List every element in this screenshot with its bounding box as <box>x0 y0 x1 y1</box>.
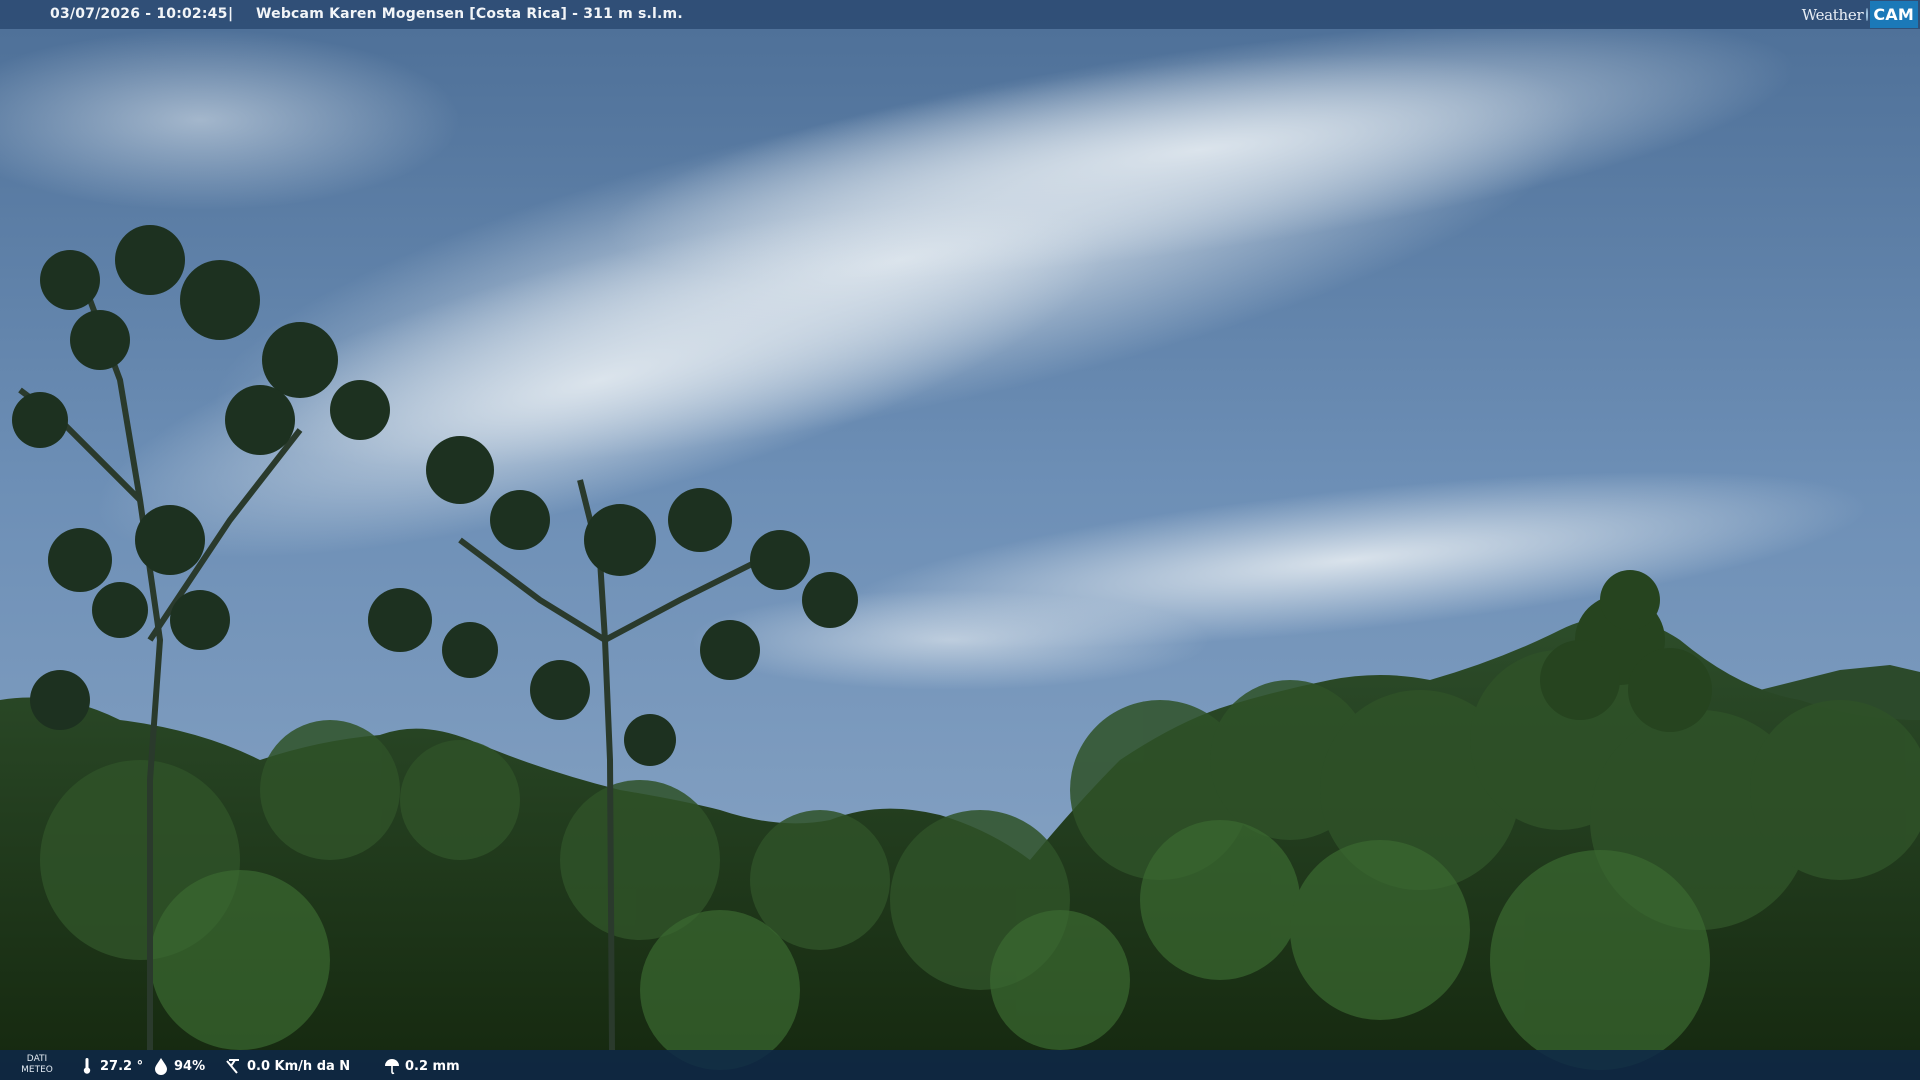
weather-data-label: DATI METEO <box>20 1054 54 1076</box>
temperature-value: 27.2 ° <box>100 1058 144 1074</box>
logo-mark: CAM <box>1870 1 1918 28</box>
humidity-drop-icon <box>155 1058 167 1075</box>
webcam-title: Webcam Karen Mogensen [Costa Rica] - 311… <box>256 6 683 22</box>
webcam-header-bar: 03/07/2026 - 10:02:45 | Webcam Karen Mog… <box>0 0 1920 29</box>
weather-data-bar: DATI METEO 27.2 ° 94% 0.0 Km/h da N 0.2 … <box>0 1050 1920 1080</box>
label-line-2: METEO <box>21 1065 53 1075</box>
weathercam-logo[interactable]: Weather CAM <box>1802 0 1920 29</box>
logo-dot-icon <box>1866 8 1869 21</box>
temperature-reading: 27.2 ° <box>78 1057 143 1075</box>
webcam-image <box>0 0 1920 1080</box>
rain-reading: 0.2 mm <box>383 1057 460 1075</box>
label-line-1: DATI <box>26 1054 48 1064</box>
logo-word: Weather <box>1801 5 1864 24</box>
thermometer-icon <box>83 1058 91 1074</box>
humidity-reading: 94% <box>152 1057 205 1075</box>
capture-datetime: 03/07/2026 - 10:02:45 <box>50 6 228 22</box>
wind-value: 0.0 Km/h da N <box>247 1058 351 1074</box>
rain-value: 0.2 mm <box>405 1058 460 1074</box>
wind-reading: 0.0 Km/h da N <box>225 1057 350 1075</box>
header-separator: | <box>228 6 234 22</box>
rain-umbrella-icon <box>385 1059 399 1075</box>
humidity-value: 94% <box>174 1058 206 1074</box>
wind-icon <box>226 1059 239 1074</box>
